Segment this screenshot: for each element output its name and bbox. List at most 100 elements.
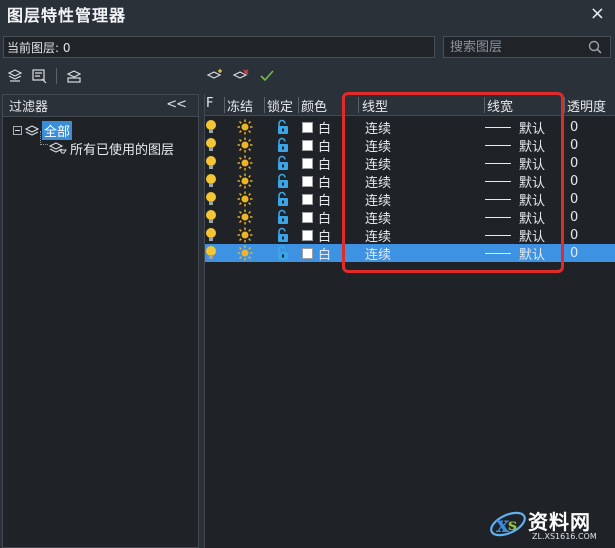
layer-stack-icon bbox=[25, 124, 39, 136]
unlocked-padlock-icon[interactable] bbox=[276, 172, 290, 190]
color-cell[interactable]: 白 bbox=[302, 118, 332, 137]
close-icon[interactable]: × bbox=[590, 3, 605, 24]
color-cell[interactable]: 白 bbox=[302, 154, 332, 173]
unlocked-padlock-icon[interactable] bbox=[276, 190, 290, 208]
svg-text:s: s bbox=[508, 515, 517, 534]
search-icon[interactable] bbox=[588, 40, 602, 58]
filter-panel: 过滤器 << 全部 所有已使用的图层 bbox=[2, 94, 199, 548]
sun-thawed-icon[interactable] bbox=[237, 244, 253, 262]
collapse-expander-icon[interactable] bbox=[13, 125, 22, 135]
collapse-filter-button[interactable]: << bbox=[166, 97, 187, 112]
color-swatch-icon bbox=[302, 229, 313, 241]
column-header-lock[interactable]: 锁定 bbox=[267, 96, 293, 115]
lightbulb-on-icon[interactable] bbox=[205, 136, 217, 154]
color-swatch-icon bbox=[302, 247, 313, 259]
column-header-color[interactable]: 颜色 bbox=[301, 96, 327, 115]
unlocked-padlock-icon[interactable] bbox=[276, 136, 290, 154]
color-swatch-icon bbox=[302, 121, 313, 133]
transparency-cell[interactable]: 0 bbox=[570, 244, 578, 262]
tree-node-all[interactable]: 全部 bbox=[3, 120, 198, 140]
color-name: 白 bbox=[318, 229, 332, 245]
transparency-cell[interactable]: 0 bbox=[570, 154, 578, 172]
lightbulb-on-icon[interactable] bbox=[205, 118, 217, 136]
window-title: 图层特性管理器 bbox=[7, 6, 127, 25]
lightbulb-on-icon[interactable] bbox=[205, 190, 217, 208]
sun-thawed-icon[interactable] bbox=[237, 172, 253, 190]
color-swatch-icon bbox=[302, 175, 313, 187]
unlocked-padlock-icon[interactable] bbox=[276, 226, 290, 244]
color-swatch-icon bbox=[302, 211, 313, 223]
transparency-cell[interactable]: 0 bbox=[570, 172, 578, 190]
color-name: 白 bbox=[318, 157, 332, 173]
current-layer-display: 当前图层: 0 bbox=[3, 36, 435, 58]
unlocked-padlock-icon[interactable] bbox=[276, 208, 290, 226]
current-layer-label: 当前图层: 0 bbox=[7, 40, 71, 55]
lightbulb-on-icon[interactable] bbox=[205, 172, 217, 190]
lightbulb-on-icon[interactable] bbox=[205, 244, 217, 262]
new-layer-icon[interactable] bbox=[206, 68, 224, 84]
color-cell[interactable]: 白 bbox=[302, 208, 332, 227]
watermark-url: ZL.XS1616.COM bbox=[532, 532, 597, 541]
sun-thawed-icon[interactable] bbox=[237, 154, 253, 172]
color-name: 白 bbox=[318, 121, 332, 137]
filter-panel-title: 过滤器 bbox=[9, 100, 49, 115]
sun-thawed-icon[interactable] bbox=[237, 226, 253, 244]
lightbulb-on-icon[interactable] bbox=[205, 208, 217, 226]
new-group-filter-icon[interactable] bbox=[30, 68, 48, 84]
sun-thawed-icon[interactable] bbox=[237, 190, 253, 208]
color-swatch-icon bbox=[302, 157, 313, 169]
filter-panel-header: 过滤器 << bbox=[3, 95, 198, 117]
color-cell[interactable]: 白 bbox=[302, 136, 332, 155]
color-cell[interactable]: 白 bbox=[302, 190, 332, 209]
color-cell[interactable]: 白 bbox=[302, 244, 332, 263]
unlocked-padlock-icon[interactable] bbox=[276, 118, 290, 136]
transparency-cell[interactable]: 0 bbox=[570, 208, 578, 226]
set-current-icon[interactable] bbox=[258, 68, 276, 84]
annotation-highlight-box bbox=[342, 92, 564, 273]
watermark: x s 资料网 ZL.XS1616.COM bbox=[488, 500, 613, 546]
sun-thawed-icon[interactable] bbox=[237, 118, 253, 136]
title-bar: 图层特性管理器 × bbox=[0, 0, 615, 28]
lightbulb-on-icon[interactable] bbox=[205, 226, 217, 244]
column-header-freeze[interactable]: 冻结 bbox=[227, 96, 253, 115]
transparency-cell[interactable]: 0 bbox=[570, 190, 578, 208]
unlocked-padlock-icon[interactable] bbox=[276, 244, 290, 262]
transparency-cell[interactable]: 0 bbox=[570, 226, 578, 244]
color-swatch-icon bbox=[302, 193, 313, 205]
transparency-cell[interactable]: 0 bbox=[570, 118, 578, 136]
color-name: 白 bbox=[318, 175, 332, 191]
sun-thawed-icon[interactable] bbox=[237, 136, 253, 154]
tree-label-used-layers: 所有已使用的图层 bbox=[70, 142, 175, 158]
search-input[interactable] bbox=[450, 39, 590, 55]
transparency-cell[interactable]: 0 bbox=[570, 136, 578, 154]
color-name: 白 bbox=[318, 247, 332, 263]
filter-layer-icon bbox=[49, 141, 67, 155]
layer-toolbar bbox=[206, 68, 276, 84]
filter-tree: 全部 所有已使用的图层 bbox=[3, 117, 198, 158]
unlocked-padlock-icon[interactable] bbox=[276, 154, 290, 172]
toolbar-separator bbox=[56, 68, 57, 84]
delete-layer-icon[interactable] bbox=[232, 68, 250, 84]
lightbulb-on-icon[interactable] bbox=[205, 154, 217, 172]
color-name: 白 bbox=[318, 193, 332, 209]
filter-toolbar bbox=[6, 68, 83, 84]
new-property-filter-icon[interactable] bbox=[6, 68, 24, 84]
column-separator[interactable] bbox=[264, 97, 265, 113]
color-name: 白 bbox=[318, 139, 332, 155]
color-swatch-icon bbox=[302, 139, 313, 151]
watermark-text: 资料网 bbox=[528, 510, 591, 534]
watermark-logo-icon: x s bbox=[490, 511, 526, 538]
color-name: 白 bbox=[318, 211, 332, 227]
layer-states-manager-icon[interactable] bbox=[65, 68, 83, 84]
column-separator[interactable] bbox=[224, 97, 225, 113]
tree-label-all: 全部 bbox=[42, 120, 73, 140]
color-cell[interactable]: 白 bbox=[302, 172, 332, 191]
color-cell[interactable]: 白 bbox=[302, 226, 332, 245]
sun-thawed-icon[interactable] bbox=[237, 208, 253, 226]
column-header-transparency[interactable]: 透明度 bbox=[567, 96, 606, 115]
column-header-status[interactable]: F bbox=[206, 96, 213, 111]
column-separator[interactable] bbox=[298, 97, 299, 113]
search-box[interactable] bbox=[443, 36, 611, 58]
tree-node-used-layers[interactable]: 所有已使用的图层 bbox=[3, 139, 198, 158]
column-separator[interactable] bbox=[564, 97, 565, 113]
